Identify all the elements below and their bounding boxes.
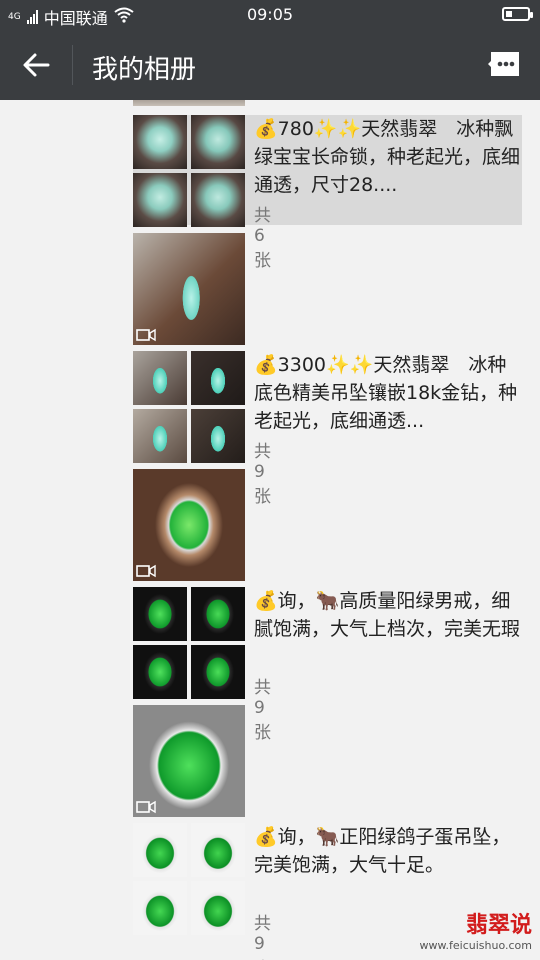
divider	[72, 45, 73, 85]
arrow-left-icon	[23, 53, 50, 77]
album-feed[interactable]: 💰780✨✨天然翡翠 冰种飘绿宝宝长命锁，种老起光，底细通透，尺寸28.... …	[0, 100, 540, 960]
jade-pendant-photo[interactable]	[191, 409, 245, 463]
jade-ring-photo[interactable]	[191, 587, 245, 641]
battery-icon	[502, 7, 533, 21]
jade-lock-photo[interactable]	[133, 173, 187, 227]
jade-lock-photo[interactable]	[191, 115, 245, 169]
photo-count: 共6张	[254, 206, 271, 271]
page-title: 我的相册	[92, 55, 197, 85]
watermark: 翡翠说 www.feicuishuo.com	[420, 907, 532, 952]
title-bar: 我的相册	[0, 30, 540, 100]
photo-grid[interactable]	[133, 587, 245, 699]
jade-lock-photo[interactable]	[133, 115, 187, 169]
photo-thumbnail[interactable]	[133, 100, 245, 106]
post-caption: 💰询，🐂正阳绿鸽子蛋吊坠，完美饱满，大气十足。	[254, 826, 511, 876]
post-caption: 💰询，🐂高质量阳绿男戒，细腻饱满，大气上档次，完美无瑕	[254, 590, 521, 640]
jade-pendant-video-thumbnail[interactable]	[133, 233, 245, 345]
jade-pendant-photo[interactable]	[191, 823, 245, 877]
jade-ring-photo[interactable]	[133, 587, 187, 641]
jade-ring-photo[interactable]	[191, 645, 245, 699]
album-post-1[interactable]: 💰780✨✨天然翡翠 冰种飘绿宝宝长命锁，种老起光，底细通透，尺寸28.... …	[133, 115, 520, 271]
back-button[interactable]	[20, 48, 54, 82]
clock: 09:05	[246, 5, 294, 24]
jade-pendant-photo[interactable]	[133, 881, 187, 935]
jade-lock-photo[interactable]	[191, 173, 245, 227]
watermark-brand: 翡翠说	[465, 913, 532, 938]
photo-grid[interactable]	[133, 823, 245, 935]
jade-pendant-photo[interactable]	[133, 351, 187, 405]
video-icon	[136, 800, 156, 814]
jade-pendant-photo[interactable]	[191, 351, 245, 405]
jade-pendant-video-thumbnail[interactable]	[133, 705, 245, 817]
message-icon	[488, 52, 519, 76]
photo-grid[interactable]	[133, 115, 245, 227]
photo-grid[interactable]	[133, 351, 245, 463]
jade-ring-photo[interactable]	[133, 645, 187, 699]
video-icon	[136, 564, 156, 578]
video-icon	[136, 328, 156, 342]
album-post-4[interactable]: 💰询，🐂正阳绿鸽子蛋吊坠，完美饱满，大气十足。 共9张	[133, 823, 510, 960]
jade-ring-video-thumbnail[interactable]	[133, 469, 245, 581]
photo-count: 共9张	[254, 442, 271, 507]
post-caption: 💰780✨✨天然翡翠 冰种飘绿宝宝长命锁，种老起光，底细通透，尺寸28....	[254, 118, 521, 196]
album-post-2[interactable]: 💰3300✨✨天然翡翠 冰种底色精美吊坠镶嵌18k金钻，种老起光，底细通透...…	[133, 351, 517, 507]
photo-count: 共9张	[254, 914, 271, 960]
jade-pendant-photo[interactable]	[191, 881, 245, 935]
more-button[interactable]	[488, 51, 522, 77]
jade-pendant-photo[interactable]	[133, 409, 187, 463]
jade-pendant-photo[interactable]	[133, 823, 187, 877]
status-bar: 4G 中国联通 09:05	[0, 0, 540, 30]
post-caption: 💰3300✨✨天然翡翠 冰种底色精美吊坠镶嵌18k金钻，种老起光，底细通透...	[254, 354, 518, 432]
watermark-url: www.feicuishuo.com	[419, 939, 532, 952]
photo-count: 共9张	[254, 678, 271, 743]
album-post-3[interactable]: 💰询，🐂高质量阳绿男戒，细腻饱满，大气上档次，完美无瑕 共9张	[133, 587, 520, 743]
